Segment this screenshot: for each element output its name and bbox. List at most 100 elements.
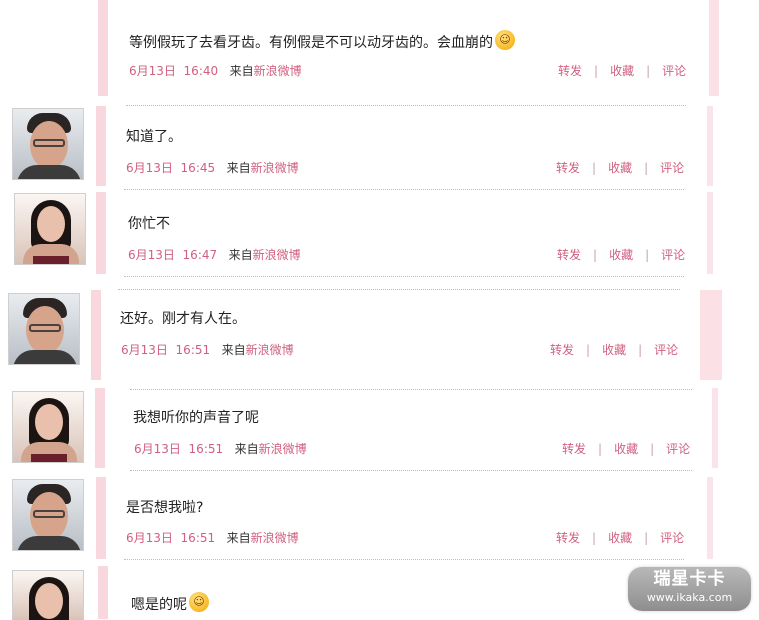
source-link[interactable]: 新浪微博: [254, 64, 302, 78]
via-label: 来自: [229, 64, 254, 78]
separator: |: [644, 161, 649, 175]
avatar-face: [37, 206, 65, 242]
post-text: 我想听你的声音了呢: [133, 410, 259, 426]
post-actions: 转发 | 收藏 | 评论: [562, 440, 690, 457]
post-accent-bar: [98, 566, 108, 619]
separator: |: [638, 343, 643, 357]
post-date[interactable]: 6月13日: [126, 161, 173, 175]
avatar-man[interactable]: [8, 293, 80, 365]
post-text-content: 等例假玩了去看牙齿。有例假是不可以动牙齿的。会血崩的: [129, 35, 493, 51]
post-meta: 6月13日 16:51 来自新浪微博: [126, 529, 299, 546]
avatar-dress: [31, 454, 67, 462]
post-actions: 转发 | 收藏 | 评论: [556, 529, 684, 546]
post-accent-bar-right: [707, 192, 713, 274]
separator: |: [646, 64, 651, 78]
post-time[interactable]: 16:40: [184, 64, 219, 78]
separator: |: [593, 248, 598, 262]
favorite-link[interactable]: 收藏: [602, 343, 626, 357]
comment-link[interactable]: 评论: [660, 161, 684, 175]
post-accent-bar: [96, 106, 106, 186]
post-time[interactable]: 16:51: [189, 442, 224, 456]
post-accent-bar: [91, 290, 101, 380]
avatar-woman[interactable]: [12, 391, 84, 463]
post-actions: 转发 | 收藏 | 评论: [550, 341, 678, 358]
post-meta: 6月13日 16:40 来自新浪微博: [129, 62, 302, 79]
avatar-body: [17, 536, 81, 550]
favorite-link[interactable]: 收藏: [608, 531, 632, 545]
watermark-logo: 瑞星卡卡 www.ikaka.com: [628, 567, 751, 611]
post-accent-bar-right: [700, 290, 722, 380]
avatar-face: [35, 583, 63, 619]
post-date[interactable]: 6月13日: [126, 531, 173, 545]
source-link[interactable]: 新浪微博: [253, 248, 301, 262]
comment-link[interactable]: 评论: [654, 343, 678, 357]
via-label: 来自: [221, 343, 246, 357]
avatar-dress: [33, 256, 69, 264]
post-date[interactable]: 6月13日: [128, 248, 175, 262]
post-date[interactable]: 6月13日: [129, 64, 176, 78]
post-meta: 6月13日 16:45 来自新浪微博: [126, 159, 299, 176]
post-accent-bar-right: [707, 477, 713, 559]
post-divider: [124, 189, 684, 190]
post-meta: 6月13日 16:47 来自新浪微博: [128, 246, 301, 263]
post-accent-bar: [96, 477, 106, 559]
repost-link[interactable]: 转发: [562, 442, 586, 456]
via-label: 来自: [228, 248, 253, 262]
post-time[interactable]: 16:47: [183, 248, 218, 262]
avatar-glasses: [33, 510, 65, 518]
post-divider: [126, 105, 686, 106]
post-text: 你忙不: [128, 216, 170, 232]
post-accent-bar: [95, 388, 105, 468]
post-accent-bar: [98, 0, 108, 96]
repost-link[interactable]: 转发: [558, 64, 582, 78]
post-date[interactable]: 6月13日: [134, 442, 181, 456]
post-actions: 转发 | 收藏 | 评论: [557, 246, 685, 263]
separator: |: [645, 248, 650, 262]
post-text-content: 嗯是的呢: [131, 597, 187, 613]
source-link[interactable]: 新浪微博: [259, 442, 307, 456]
avatar-man[interactable]: [12, 479, 84, 551]
avatar-body: [17, 165, 81, 179]
post-divider: [118, 289, 680, 290]
separator: |: [598, 442, 603, 456]
separator: |: [650, 442, 655, 456]
avatar-body: [13, 350, 77, 364]
post-time[interactable]: 16:51: [176, 343, 211, 357]
comment-link[interactable]: 评论: [660, 531, 684, 545]
post-divider: [124, 559, 684, 560]
favorite-link[interactable]: 收藏: [608, 161, 632, 175]
via-label: 来自: [226, 161, 251, 175]
post-accent-bar: [96, 192, 106, 274]
repost-link[interactable]: 转发: [557, 248, 581, 262]
source-link[interactable]: 新浪微博: [251, 531, 299, 545]
avatar-man[interactable]: [12, 108, 84, 180]
post-date[interactable]: 6月13日: [121, 343, 168, 357]
post-divider: [130, 470, 692, 471]
repost-link[interactable]: 转发: [556, 531, 580, 545]
post-text: 等例假玩了去看牙齿。有例假是不可以动牙齿的。会血崩的 ☺: [129, 30, 515, 53]
comment-link[interactable]: 评论: [666, 442, 690, 456]
favorite-link[interactable]: 收藏: [609, 248, 633, 262]
post-time[interactable]: 16:51: [181, 531, 216, 545]
comment-link[interactable]: 评论: [662, 64, 686, 78]
repost-link[interactable]: 转发: [556, 161, 580, 175]
source-link[interactable]: 新浪微博: [246, 343, 294, 357]
post-accent-bar-right: [712, 388, 718, 468]
favorite-link[interactable]: 收藏: [614, 442, 638, 456]
source-link[interactable]: 新浪微博: [251, 161, 299, 175]
avatar-face: [35, 404, 63, 440]
avatar-woman[interactable]: [14, 193, 86, 265]
comment-link[interactable]: 评论: [661, 248, 685, 262]
post-text: 还好。刚才有人在。: [120, 311, 246, 327]
shy-face-icon: ☺: [189, 592, 209, 612]
avatar-glasses: [33, 139, 65, 147]
favorite-link[interactable]: 收藏: [610, 64, 634, 78]
post-accent-bar-right: [709, 0, 719, 96]
post-meta: 6月13日 16:51 来自新浪微博: [121, 341, 294, 358]
post-divider: [130, 389, 692, 390]
repost-link[interactable]: 转发: [550, 343, 574, 357]
avatar-woman[interactable]: [12, 570, 84, 620]
avatar-glasses: [29, 324, 61, 332]
post-time[interactable]: 16:45: [181, 161, 216, 175]
post-text: 嗯是的呢 ☺: [131, 592, 209, 615]
